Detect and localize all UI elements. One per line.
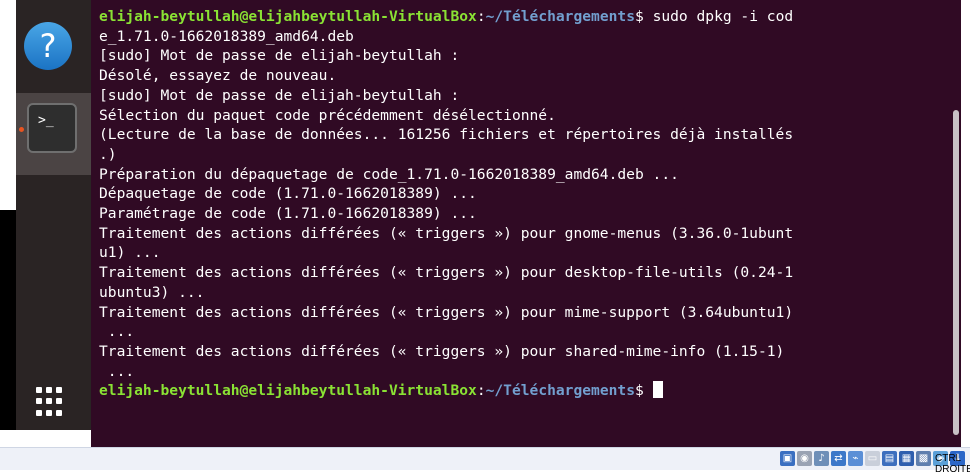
output-line: Traitement des actions différées (« trig… bbox=[99, 224, 794, 242]
optical-drive-icon[interactable]: ◉ bbox=[797, 451, 812, 466]
prompt-end: $ bbox=[634, 8, 644, 25]
host-key-label: CTRL DROITE bbox=[935, 453, 970, 475]
audio-icon[interactable]: ♪ bbox=[814, 451, 829, 466]
prompt-separator: : bbox=[476, 382, 486, 400]
prompt-path: ~/Téléchargements bbox=[485, 382, 635, 400]
ubuntu-dock: ? >_ bbox=[16, 0, 91, 430]
terminal-icon-glyph: >_ bbox=[38, 113, 54, 128]
terminal-scrollbar[interactable] bbox=[953, 110, 959, 435]
terminal-icon[interactable]: >_ bbox=[27, 103, 77, 153]
output-line: Traitement des actions différées (« trig… bbox=[99, 342, 785, 360]
prompt-end: $ bbox=[634, 382, 653, 400]
output-line: (Lecture de la base de données... 161256… bbox=[99, 126, 794, 144]
help-icon[interactable]: ? bbox=[24, 22, 72, 70]
window-right-edge bbox=[961, 0, 970, 447]
shared-folders-icon[interactable]: ▭ bbox=[865, 451, 880, 466]
output-line: Traitement des actions différées (« trig… bbox=[99, 264, 794, 282]
usb-icon[interactable]: ⌁ bbox=[848, 451, 863, 466]
host-window-divider bbox=[0, 301, 8, 303]
output-line: Sélection du paquet code précédemment dé… bbox=[99, 106, 556, 124]
output-line: Dépaquetage de code (1.71.0-1662018389) … bbox=[99, 185, 477, 203]
output-line: Préparation du dépaquetage de code_1.71.… bbox=[99, 165, 679, 183]
output-line: u1) ... bbox=[99, 244, 161, 262]
terminal-window[interactable]: elijah-beytullah@elijahbeytullah-Virtual… bbox=[91, 0, 961, 447]
output-line: .) bbox=[99, 145, 117, 163]
prompt-user: elijah-beytullah@elijahbeytullah-Virtual… bbox=[99, 382, 477, 400]
running-indicator bbox=[19, 127, 24, 132]
display-icon[interactable]: ▤ bbox=[882, 451, 897, 466]
show-applications-icon[interactable] bbox=[36, 387, 66, 417]
video-capture-icon[interactable]: ▦ bbox=[899, 451, 914, 466]
cpu-icon[interactable]: ▩ bbox=[916, 451, 931, 466]
text-cursor bbox=[652, 381, 663, 399]
output-line: ubuntu3) ... bbox=[99, 283, 205, 301]
prompt-path: ~/Téléchargements bbox=[485, 8, 635, 25]
terminal-output: elijah-beytullah@elijahbeytullah-Virtual… bbox=[99, 7, 793, 401]
output-line: Désolé, essayez de nouveau. bbox=[99, 67, 337, 85]
output-line: e_1.71.0-1662018389_amd64.deb bbox=[99, 27, 354, 45]
output-line: [sudo] Mot de passe de elijah-beytullah … bbox=[99, 86, 460, 104]
network-icon[interactable]: ⇄ bbox=[831, 451, 846, 466]
prompt-user: elijah-beytullah@elijahbeytullah-Virtual… bbox=[99, 8, 477, 25]
output-line: Traitement des actions différées (« trig… bbox=[99, 303, 794, 321]
prompt-separator: : bbox=[476, 8, 486, 25]
output-line: ... bbox=[99, 323, 135, 341]
command-text: sudo dpkg -i cod bbox=[643, 8, 794, 25]
output-line: Paramétrage de code (1.71.0-1662018389) … bbox=[99, 205, 477, 223]
output-line: [sudo] Mot de passe de elijah-beytullah … bbox=[99, 47, 460, 65]
hard-disk-icon[interactable]: ▣ bbox=[780, 451, 795, 466]
virtualbox-status-bar: ▣ ◉ ♪ ⇄ ⌁ ▭ ▤ ▦ ▩ ◈ ⬇ CTRL DROITE bbox=[0, 447, 970, 475]
output-line: ... bbox=[99, 362, 135, 380]
